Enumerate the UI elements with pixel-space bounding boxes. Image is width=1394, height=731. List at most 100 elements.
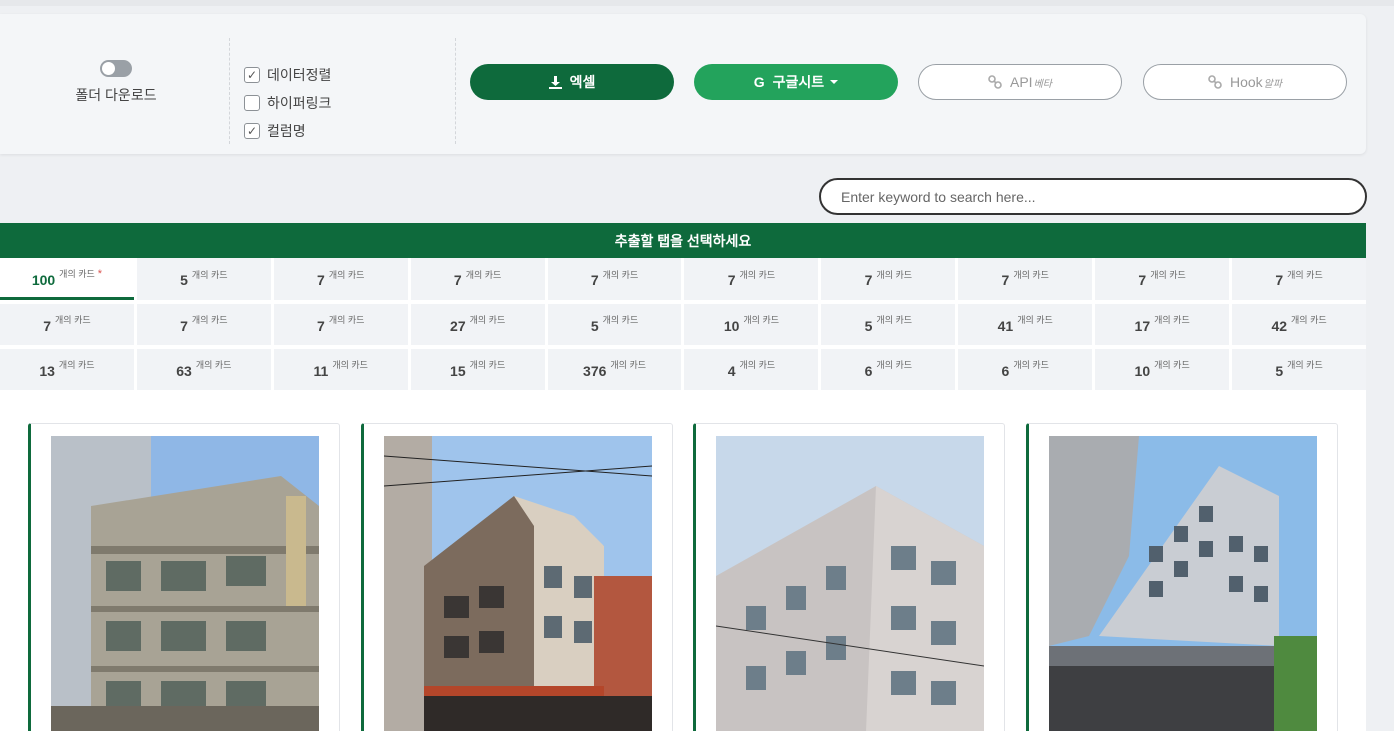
required-star: * [97,267,103,280]
checkbox-checked-icon[interactable]: ✓ [244,67,260,83]
tab-unit: 개의 카드 [876,360,913,370]
tab-count: 27 [450,317,466,334]
tab-card-count[interactable]: 7 개의 카드 [410,258,545,300]
building-photo-4 [1049,436,1317,731]
tab-unit: 개의 카드 [1017,315,1053,325]
tab-card-count[interactable]: 7 개의 카드 [958,258,1093,300]
tab-unit: 개의 카드 [191,315,228,325]
building-photo-1 [51,436,319,731]
tab-card-count[interactable]: 10 개의 카드 [1095,349,1230,390]
tab-unit: 개의 카드 [1013,360,1049,370]
tab-count: 7 [43,317,52,334]
tab-count: 7 [590,272,599,288]
beta-badge: 베타 [1033,78,1052,90]
tab-card-count[interactable]: 63 개의 카드 [136,349,271,390]
api-button[interactable]: API 베타 [918,64,1122,100]
tab-card-count[interactable]: 5 개의 카드 [821,304,956,345]
tab-unit: 개의 카드 [876,315,913,325]
tab-card-count[interactable]: 100 개의 카드 * [0,258,134,300]
tab-count: 376 [583,362,607,379]
folder-download-toggle-group: 폴더 다운로드 [60,60,172,105]
tab-card-count[interactable]: 4 개의 카드 [684,349,819,390]
tab-card-count[interactable]: 27 개의 카드 [410,304,545,345]
card-item[interactable] [693,423,1005,731]
folder-download-label: 폴더 다운로드 [75,87,157,103]
tab-unit: 개의 카드 [465,269,502,280]
google-sheets-label: 구글시트 [772,74,825,90]
tab-unit: 개의 카드 [739,360,776,370]
tab-unit: 개의 카드 [739,269,776,280]
tab-unit: 개의 카드 [743,315,780,325]
tab-card-count[interactable]: 5 개의 카드 [547,304,682,345]
card-list [0,390,1366,731]
tab-card-count[interactable]: 13 개의 카드 [0,349,134,390]
tab-count: 7 [317,317,325,334]
excel-export-button[interactable]: 엑셀 [470,64,674,100]
tab-unit: 개의 카드 [328,315,365,325]
tab-count: 5 [590,317,599,334]
tab-count: 6 [864,362,873,379]
tab-select-header: 추출할 탭을 선택하세요 [0,223,1366,258]
tab-card-count[interactable]: 7 개의 카드 [547,258,682,300]
checkbox-unchecked-icon[interactable] [244,95,260,111]
checkbox-data-sort[interactable]: ✓ 데이터정렬 [244,61,331,89]
tab-count: 10 [723,317,740,334]
tab-count: 15 [450,362,466,379]
tab-card-count[interactable]: 7 개의 카드 [1232,258,1366,300]
search-input[interactable] [819,178,1367,215]
card-item[interactable] [28,423,340,731]
tab-count: 63 [176,362,192,379]
google-sheets-button[interactable]: G 구글시트 [694,64,898,100]
link-icon [1208,75,1222,89]
tab-unit: 개의 카드 [1150,269,1186,280]
tab-unit: 개의 카드 [59,269,95,279]
card-item[interactable] [1026,423,1338,731]
tab-card-count[interactable]: 7 개의 카드 [136,304,271,345]
tab-card-count[interactable]: 11 개의 카드 [273,349,408,390]
tab-card-count[interactable]: 376 개의 카드 [547,349,682,390]
tab-count: 7 [180,317,188,334]
tab-card-count[interactable]: 7 개의 카드 [0,304,134,345]
checkbox-hyperlink[interactable]: 하이퍼링크 [244,89,331,117]
tab-count: 7 [1275,272,1284,288]
tab-card-count[interactable]: 6 개의 카드 [821,349,956,390]
tab-card-count[interactable]: 7 개의 카드 [821,258,956,300]
card-item[interactable] [361,423,673,731]
tab-unit: 개의 카드 [328,269,365,280]
tab-count: 41 [997,317,1014,334]
tab-card-count[interactable]: 5 개의 카드 [136,258,271,300]
tab-unit: 개의 카드 [332,360,368,370]
tab-card-count[interactable]: 10 개의 카드 [684,304,819,345]
tab-card-count[interactable]: 5 개의 카드 [1232,349,1366,390]
tab-card-count[interactable]: 17 개의 카드 [1095,304,1230,345]
checkbox-column-names[interactable]: ✓ 컬럼명 [244,117,331,145]
tab-unit: 개의 카드 [602,315,639,325]
building-photo-2 [384,436,652,731]
tab-count: 7 [727,272,736,288]
tab-card-count[interactable]: 7 개의 카드 [273,304,408,345]
folder-download-toggle[interactable] [100,60,132,77]
tab-count: 7 [1138,272,1147,288]
checkbox-checked-icon[interactable]: ✓ [244,123,260,139]
tab-card-count[interactable]: 7 개의 카드 [684,258,819,300]
tab-unit: 개의 카드 [58,360,95,370]
tab-count: 7 [864,272,873,288]
caret-down-icon [830,80,839,84]
tab-card-count[interactable]: 41 개의 카드 [958,304,1093,345]
building-photo-3 [716,436,984,731]
tab-count: 4 [727,362,736,379]
tab-grid: 100 개의 카드 * 5 개의 카드 7 개의 카드 7 개의 카드 7 개의 카드 7 개의 카드 7… [0,258,1366,390]
hook-button[interactable]: Hook 알파 [1143,64,1347,100]
tab-card-count[interactable]: 15 개의 카드 [410,349,545,390]
tab-count: 5 [864,317,873,334]
tab-count: 6 [1001,362,1010,379]
tab-unit: 개의 카드 [469,315,506,325]
excel-label: 엑셀 [569,74,596,90]
tab-count: 42 [1271,317,1288,334]
tab-unit: 개의 카드 [876,269,913,280]
tab-card-count[interactable]: 7 개의 카드 [1095,258,1230,300]
tab-card-count[interactable]: 7 개의 카드 [273,258,408,300]
tab-card-count[interactable]: 6 개의 카드 [958,349,1093,390]
tab-unit: 개의 카드 [1287,360,1323,370]
tab-card-count[interactable]: 42 개의 카드 [1232,304,1366,345]
